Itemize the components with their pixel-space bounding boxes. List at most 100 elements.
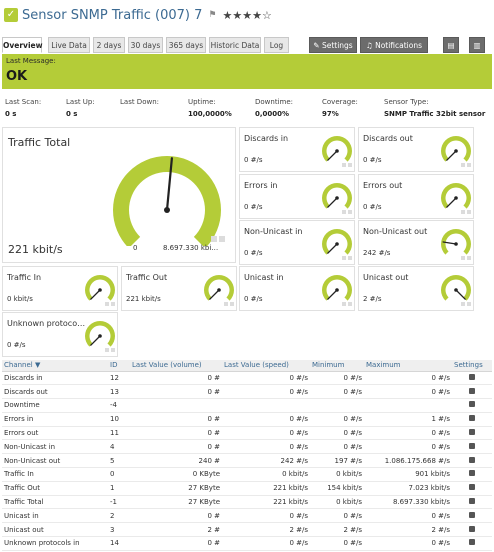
table-row[interactable]: Traffic Out 1 27 KByte 221 kbit/s 154 kbit/s… (2, 481, 492, 496)
gear-icon[interactable] (469, 498, 475, 505)
channel-settings-cell[interactable] (452, 522, 492, 538)
col-id[interactable]: ID (108, 360, 130, 372)
table-row[interactable]: Discards in 12 0 #0 #/s 0 #/s 0 #/s (2, 371, 492, 386)
channel-id: 5 (108, 453, 130, 469)
col-maximum[interactable]: Maximum (364, 360, 452, 372)
gauge-non-unicast-in[interactable]: Non-Unicast in 0 #/s (239, 220, 355, 265)
table-row[interactable]: Unicast out 3 2 #2 #/s 2 #/s 2 #/s (2, 522, 492, 538)
tab-overview[interactable]: Overview (2, 37, 43, 53)
gauge-non-unicast-out[interactable]: Non-Unicast out 242 #/s (358, 220, 474, 265)
settings-button[interactable]: ✎ Settings (309, 37, 357, 53)
gauge-unicast-in[interactable]: Unicast in 0 #/s (239, 266, 355, 311)
gear-icon[interactable] (469, 456, 475, 463)
last-speed: 0 #/s (222, 371, 310, 386)
table-row[interactable]: Non-Unicast in 4 0 #0 #/s 0 #/s 0 #/s (2, 439, 492, 455)
gear-icon[interactable] (469, 442, 475, 449)
tab-live-data[interactable]: Live Data (48, 37, 90, 53)
flag-icon[interactable]: ⚑ (208, 10, 216, 20)
table-row[interactable]: Errors in 10 0 #0 #/s 0 #/s 1 #/s (2, 412, 492, 427)
gauge-discards-in[interactable]: Discards in 0 #/s (239, 127, 355, 172)
gear-icon[interactable] (469, 511, 475, 518)
gauge-errors-in[interactable]: Errors in 0 #/s (239, 174, 355, 219)
priority-stars[interactable]: ★★★★☆ (223, 9, 272, 22)
gauge-unknown-protocols[interactable]: Unknown protoco… 0 #/s (2, 312, 118, 357)
gear-icon[interactable] (469, 525, 475, 532)
errors-in-gauge-dial (322, 183, 352, 214)
comments-icon[interactable]: ▤ (443, 37, 459, 53)
channel-settings-cell[interactable] (452, 467, 492, 482)
channel-id: 4 (108, 439, 130, 455)
channel-name: Errors out (2, 426, 108, 441)
channel-name: Non-Unicast out (2, 453, 108, 469)
gear-icon[interactable] (469, 484, 475, 491)
gauge-hub (98, 288, 102, 292)
table-row[interactable]: Errors out 11 0 #0 #/s 0 #/s 0 #/s (2, 426, 492, 441)
gear-icon[interactable] (469, 470, 475, 477)
tab-30-days[interactable]: 30 days (128, 37, 163, 53)
col-last-volume[interactable]: Last Value (volume) (130, 360, 222, 372)
minimum: 0 #/s (310, 371, 364, 386)
gear-icon[interactable] (469, 401, 475, 408)
channel-settings-cell[interactable] (452, 481, 492, 496)
channel-id: 14 (108, 536, 130, 551)
gauge-marker (467, 163, 471, 167)
last-volume: 0 # (130, 412, 222, 427)
channel-settings-cell[interactable] (452, 439, 492, 455)
gauge-traffic-in[interactable]: Traffic In 0 kbit/s (2, 266, 118, 311)
last-speed: 0 #/s (222, 426, 310, 441)
last-volume: 27 KByte (130, 481, 222, 496)
channel-settings-cell[interactable] (452, 384, 492, 400)
channel-settings-cell[interactable] (452, 495, 492, 510)
tab-historic-data[interactable]: Historic Data (209, 37, 261, 53)
channel-settings-cell[interactable] (452, 453, 492, 469)
channel-settings-cell[interactable] (452, 426, 492, 441)
gear-icon[interactable] (469, 415, 475, 422)
table-row[interactable]: Non-Unicast out 5 240 #242 #/s 197 #/s 1.086… (2, 453, 492, 469)
discards-out-gauge-dial (441, 136, 471, 167)
col-channel[interactable]: Channel ▼ (2, 360, 108, 372)
gear-icon[interactable] (469, 373, 475, 380)
col-last-speed[interactable]: Last Value (speed) (222, 360, 310, 372)
gauge-unicast-out[interactable]: Unicast out 2 #/s (358, 266, 474, 311)
channel-settings-cell[interactable] (452, 508, 492, 524)
table-row[interactable]: Downtime -4 (2, 398, 492, 413)
gauge-hub (164, 207, 170, 213)
last-speed (222, 398, 310, 413)
maximum: 8.697.330 kbit/s (364, 495, 452, 510)
table-row[interactable]: Unknown protocols in 14 0 #0 #/s 0 #/s 0 #/s (2, 536, 492, 551)
gauge-traffic-total[interactable]: Traffic Total 0 8.697.330 kbi… 221 kbit/… (2, 127, 236, 263)
gauge-traffic-out[interactable]: Traffic Out 221 kbit/s (121, 266, 237, 311)
gauge-marker (467, 256, 471, 260)
gauge-needle (90, 289, 101, 300)
channel-id: 12 (108, 371, 130, 386)
gauge-marker (105, 302, 109, 306)
delete-icon[interactable]: ▥ (469, 37, 485, 53)
unknown-protocols-gauge-dial (85, 321, 115, 352)
gauge-errors-out[interactable]: Errors out 0 #/s (358, 174, 474, 219)
table-row[interactable]: Discards out 13 0 #0 #/s 0 #/s 0 #/s (2, 384, 492, 400)
channel-settings-cell[interactable] (452, 398, 492, 413)
tab-log[interactable]: Log (264, 37, 289, 53)
gauge-hub (335, 149, 339, 153)
col-minimum[interactable]: Minimum (310, 360, 364, 372)
notifications-button[interactable]: ♫ Notifications (360, 37, 428, 53)
gauge-needle (446, 197, 457, 208)
channel-settings-cell[interactable] (452, 412, 492, 427)
tab-2-days[interactable]: 2 days (93, 37, 125, 53)
table-row[interactable]: Traffic In 0 0 KByte 0 kbit/s 0 kbit/s 901 kb… (2, 467, 492, 482)
channel-settings-cell[interactable] (452, 371, 492, 386)
gear-icon[interactable] (469, 429, 475, 436)
gauge-marker (219, 236, 225, 242)
non-unicast-out-gauge-dial (441, 229, 471, 260)
maximum: 0 #/s (364, 371, 452, 386)
tab-365-days[interactable]: 365 days (166, 37, 206, 53)
errors-out-gauge-dial (441, 183, 471, 214)
gear-icon[interactable] (469, 539, 475, 546)
gauge-discards-out[interactable]: Discards out 0 #/s (358, 127, 474, 172)
table-row[interactable]: Traffic Total -1 27 KByte 221 kbit/s 0 kbit/… (2, 495, 492, 510)
gauge-needle (327, 150, 338, 161)
channel-settings-cell[interactable] (452, 536, 492, 551)
gauge-arc (322, 275, 352, 301)
gear-icon[interactable] (469, 387, 475, 394)
table-row[interactable]: Unicast in 2 0 #0 #/s 0 #/s 0 #/s (2, 508, 492, 524)
